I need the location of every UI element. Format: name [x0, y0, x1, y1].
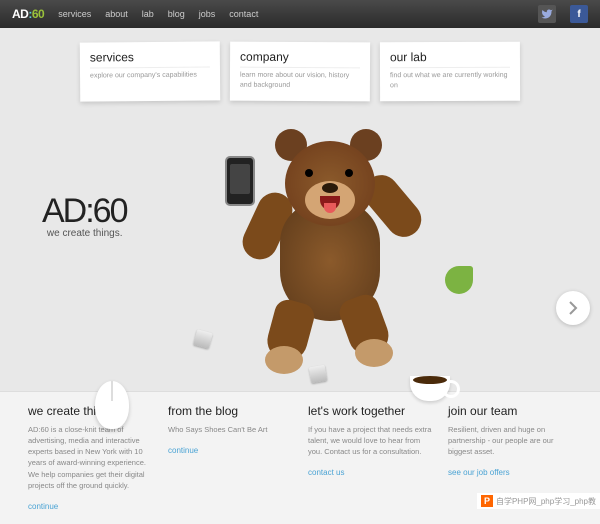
phone-icon [225, 156, 255, 206]
bear-illustration [230, 121, 430, 371]
navbar-logo[interactable]: AD:60 [12, 7, 44, 21]
col-heading: let's work together [308, 404, 432, 418]
nav-jobs[interactable]: jobs [199, 9, 216, 19]
card-title: our lab [390, 50, 510, 68]
keyboard-key-icon [193, 329, 213, 349]
mouse-icon [95, 381, 129, 429]
continue-link[interactable]: continue [28, 502, 58, 511]
col-we-create: we create things AD:60 is a close-knit t… [28, 404, 152, 515]
col-blog: from the blog Who Says Shoes Can't Be Ar… [168, 404, 292, 515]
card-title: services [90, 49, 210, 68]
col-heading: from the blog [168, 404, 292, 418]
card-title: company [240, 50, 360, 69]
job-offers-link[interactable]: see our job offers [448, 468, 510, 477]
nav-services[interactable]: services [58, 9, 91, 19]
card-desc: explore our company's capabilities [90, 70, 210, 81]
watermark-text: 自学PHP网_php学习_php教 [496, 496, 596, 507]
col-body: If you have a project that needs extra t… [308, 424, 432, 458]
card-lab[interactable]: our lab find out what we are currently w… [380, 42, 520, 101]
nav-contact[interactable]: contact [229, 9, 258, 19]
carousel-next-button[interactable] [556, 291, 590, 325]
col-body: Who Says Shoes Can't Be Art [168, 424, 292, 435]
logo-ad: AD [12, 7, 28, 21]
nav-blog[interactable]: blog [168, 9, 185, 19]
col-work-together: let's work together If you have a projec… [308, 404, 432, 515]
hero-logo-text: AD:60 [42, 196, 127, 227]
facebook-icon[interactable]: f [570, 5, 588, 23]
hero-tagline: we create things. [42, 228, 127, 239]
contact-us-link[interactable]: contact us [308, 468, 344, 477]
col-body: Resilient, driven and huge on partnershi… [448, 424, 572, 458]
apple-icon [445, 266, 473, 294]
nav-about[interactable]: about [105, 9, 128, 19]
watermark: P 自学PHP网_php学习_php教 [477, 493, 600, 509]
info-cards-row: services explore our company's capabilit… [0, 28, 600, 101]
col-heading: join our team [448, 404, 572, 418]
col-heading: we create things [28, 404, 152, 418]
card-desc: find out what we are currently working o… [390, 71, 510, 91]
nav-lab[interactable]: lab [142, 9, 154, 19]
continue-link[interactable]: continue [168, 446, 198, 455]
hero-logo: AD:60 we create things. [42, 196, 127, 240]
keyboard-key-icon [309, 364, 328, 383]
card-desc: learn more about our vision, history and… [240, 71, 360, 91]
chevron-right-icon [568, 301, 578, 315]
watermark-badge: P [481, 495, 493, 507]
card-company[interactable]: company learn more about our vision, his… [230, 42, 370, 101]
logo-sixty: 60 [32, 7, 44, 21]
col-body: AD:60 is a close-knit team of advertisin… [28, 424, 152, 492]
card-services[interactable]: services explore our company's capabilit… [80, 41, 221, 101]
top-navbar: AD:60 services about lab blog jobs conta… [0, 0, 600, 28]
twitter-icon[interactable] [538, 5, 556, 23]
hero-section: AD:60 we create things. [0, 101, 600, 391]
